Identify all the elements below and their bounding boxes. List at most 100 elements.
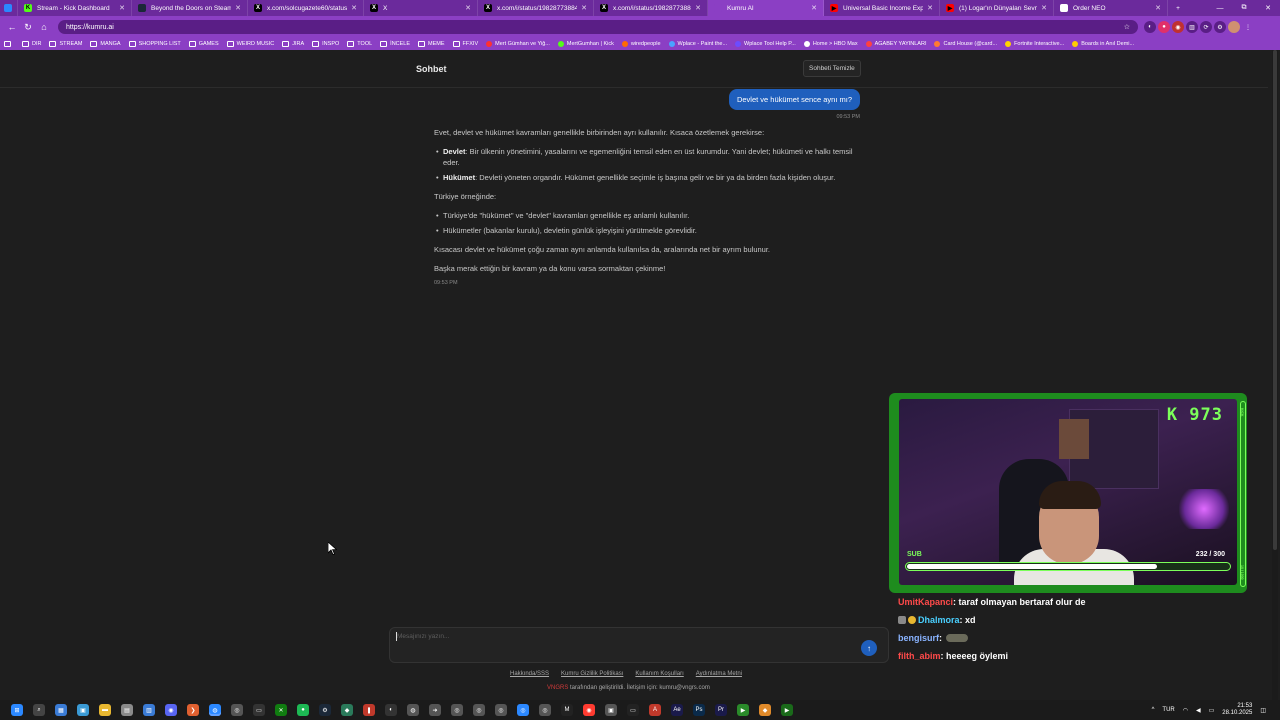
photoshop-icon[interactable]: Ps (693, 704, 705, 716)
maximize-button[interactable]: ⧉ (1232, 0, 1256, 16)
chat-username[interactable]: bengisurf (898, 633, 939, 643)
browser-tab[interactable]: Xx.com/i/status/19828773884904 ✕ (594, 0, 708, 16)
bookmark-folder[interactable]: WEIRD MUSIC (226, 41, 274, 47)
address-bar[interactable]: https://kumru.ai ☆ (58, 20, 1138, 34)
browser-tab[interactable]: ▶ (1) Logar'ın Dünyaları Sevmem... ✕ (940, 0, 1054, 16)
browser-tab[interactable]: Beyond the Doors on Steam ✕ (132, 0, 248, 16)
app-icon-6[interactable]: ◎ (451, 704, 463, 716)
browser-tab[interactable]: Xx.com/solcugazete60/status/19...✕ (248, 0, 364, 16)
bookmark-folder[interactable]: TOOL (347, 41, 372, 47)
browser-tab[interactable]: K Stream - Kick Dashboard ✕ (18, 0, 132, 16)
app-icon-15[interactable]: A (649, 704, 661, 716)
bookmark-folder[interactable]: STREAM (49, 41, 82, 47)
minimize-button[interactable]: — (1208, 0, 1232, 16)
after-effects-icon[interactable]: Ae (671, 704, 683, 716)
send-button[interactable]: ↑ (861, 640, 877, 656)
bookmark-link[interactable]: Fortnite Interactive... (1005, 41, 1064, 47)
menu-icon[interactable]: ⋮ (1242, 21, 1254, 33)
widgets-icon[interactable]: ▦ (55, 704, 67, 716)
extension-icon[interactable]: ⟳ (1200, 21, 1212, 33)
bookmark-folder[interactable]: INSPO (312, 41, 339, 47)
folder-icon[interactable]: ▬ (99, 704, 111, 716)
tab-close-icon[interactable]: ✕ (927, 4, 933, 12)
browser-tab[interactable]: Kumru AI ✕ (708, 0, 824, 16)
premiere-icon[interactable]: Pr (715, 704, 727, 716)
extension-icon[interactable]: ⚙ (1214, 21, 1226, 33)
app-icon-14[interactable]: ▭ (627, 704, 639, 716)
scrollbar[interactable] (1272, 50, 1278, 700)
bookmark-folder[interactable]: MANGA (90, 41, 121, 47)
tray-chevron-icon[interactable]: ^ (1152, 707, 1155, 713)
footer-link-about[interactable]: Hakkında/SSS (510, 671, 549, 677)
footer-link-disclosure[interactable]: Aydınlatma Metni (696, 671, 742, 677)
app-icon-18[interactable]: ▶ (781, 704, 793, 716)
app-icon-11[interactable]: M (561, 704, 573, 716)
app-icon-3[interactable]: ◐ (385, 704, 397, 716)
document-icon[interactable]: ▥ (143, 704, 155, 716)
tab-close-icon[interactable]: ✕ (1041, 4, 1047, 12)
app-icon-10[interactable]: ◎ (539, 704, 551, 716)
chat-username[interactable]: filth_abim (898, 651, 941, 661)
bookmark-folder[interactable]: SHOPPING LIST (128, 41, 181, 47)
windows-start-icon[interactable]: ⊞ (11, 704, 23, 716)
steam-icon[interactable]: ⚙ (319, 704, 331, 716)
tab-close-icon[interactable]: ✕ (1155, 4, 1161, 12)
app-icon-8[interactable]: ◎ (495, 704, 507, 716)
xbox-icon[interactable]: ✕ (275, 704, 287, 716)
message-input[interactable]: Mesajınızı yazın... (397, 633, 449, 640)
tab-close-icon[interactable]: ✕ (351, 4, 357, 12)
app-icon-13[interactable]: ▣ (605, 704, 617, 716)
browser-icon[interactable]: ◍ (209, 704, 221, 716)
bookmark-folder[interactable]: JIRA (282, 41, 304, 47)
bookmark-link[interactable]: Card House (@card... (934, 41, 997, 47)
volume-icon[interactable]: ◀ (1196, 707, 1201, 714)
scrollbar-thumb[interactable] (1273, 50, 1277, 550)
notes-icon[interactable]: ▤ (121, 704, 133, 716)
spotify-icon[interactable]: ● (297, 704, 309, 716)
photos-icon[interactable]: ▣ (77, 704, 89, 716)
app-icon-5[interactable]: ➜ (429, 704, 441, 716)
vscode-icon[interactable]: ❯ (187, 704, 199, 716)
extension-icon[interactable]: ◐ (1144, 21, 1156, 33)
wifi-icon[interactable]: ◠ (1183, 707, 1188, 714)
bookmark-link[interactable]: Wplace - Paint the... (668, 41, 727, 47)
extension-icon[interactable]: ▥ (1186, 21, 1198, 33)
extension-icon[interactable]: ● (1158, 21, 1170, 33)
home-button[interactable]: ⌂ (36, 19, 52, 35)
browser-tab[interactable]: X X ✕ (364, 0, 478, 16)
bookmark-folder[interactable]: FFXIV (452, 41, 478, 47)
app-icon-17[interactable]: ◆ (759, 704, 771, 716)
bookmarks-menu-icon[interactable] (4, 41, 14, 47)
app-icon-12[interactable]: ◉ (583, 704, 595, 716)
app-icon-2[interactable]: ❚ (363, 704, 375, 716)
app-icon-1[interactable]: ◆ (341, 704, 353, 716)
terminal-icon[interactable]: ▭ (253, 704, 265, 716)
bookmark-link[interactable]: MertGumhan | Kick (557, 41, 614, 47)
avatar[interactable] (1228, 21, 1240, 33)
app-icon-9[interactable]: ◎ (517, 704, 529, 716)
app-icon-7[interactable]: ◎ (473, 704, 485, 716)
new-tab-button[interactable]: + (1168, 0, 1188, 16)
browser-tab[interactable]: Order NEO ✕ (1054, 0, 1168, 16)
app-icon-16[interactable]: ▶ (737, 704, 749, 716)
tab-close-icon[interactable]: ✕ (811, 4, 817, 12)
clock[interactable]: 21:53 28.10.2025 (1222, 703, 1252, 717)
reload-button[interactable]: ↻ (20, 19, 36, 35)
tab-close-icon[interactable]: ✕ (581, 4, 587, 12)
obs-icon[interactable]: ◎ (231, 704, 243, 716)
bookmark-link[interactable]: Home > HBO Max (803, 41, 858, 47)
clear-chat-button[interactable]: Sohbeti Temizle (803, 60, 861, 77)
close-window-button[interactable]: ✕ (1256, 0, 1280, 16)
bookmark-link[interactable]: Boards in Anıl Demi... (1072, 41, 1134, 47)
extension-icon[interactable]: ◉ (1172, 21, 1184, 33)
tab-close-icon[interactable]: ✕ (235, 4, 241, 12)
bookmark-link[interactable]: wiredpeople (621, 41, 661, 47)
discord-icon[interactable]: ◉ (165, 704, 177, 716)
message-composer[interactable]: Mesajınızı yazın... ↑ (389, 627, 889, 663)
chat-username[interactable]: UmitKapanci (898, 597, 953, 607)
footer-link-privacy[interactable]: Kumru Gizlilik Politikası (561, 671, 623, 677)
footer-link-terms[interactable]: Kullanım Koşulları (635, 671, 683, 677)
battery-icon[interactable]: ▭ (1209, 707, 1215, 714)
chat-username[interactable]: Dhalmora (918, 615, 960, 625)
tab-close-icon[interactable]: ✕ (465, 4, 471, 12)
